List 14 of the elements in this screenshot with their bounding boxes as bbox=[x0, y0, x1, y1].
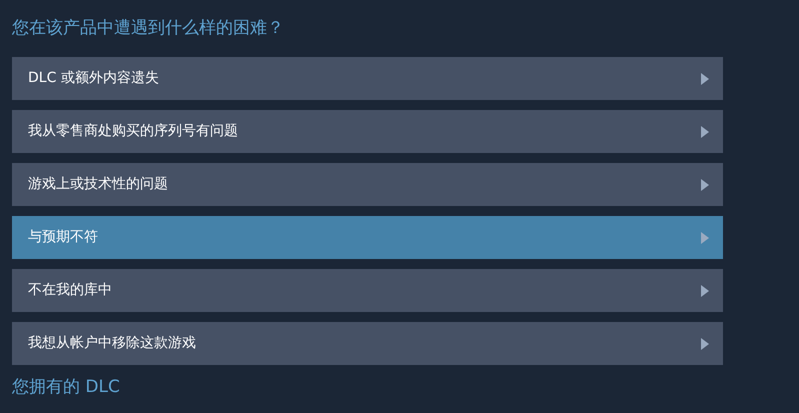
option-row[interactable]: 我想从帐户中移除这款游戏 bbox=[12, 322, 723, 365]
play-arrow-icon bbox=[701, 338, 709, 350]
option-row[interactable]: 不在我的库中 bbox=[12, 269, 723, 312]
play-arrow-icon bbox=[701, 72, 709, 84]
question-heading: 您在该产品中遭遇到什么样的困难？ bbox=[12, 17, 284, 40]
play-arrow-icon bbox=[701, 126, 709, 138]
option-row[interactable]: 我从零售商处购买的序列号有问题 bbox=[12, 110, 723, 153]
play-arrow-icon bbox=[701, 232, 709, 244]
section-heading: 您拥有的 DLC bbox=[12, 376, 120, 399]
option-row[interactable]: 与预期不符 bbox=[12, 216, 723, 259]
play-arrow-icon bbox=[701, 284, 709, 296]
option-row[interactable]: 游戏上或技术性的问题 bbox=[12, 163, 723, 206]
option-row[interactable]: DLC 或额外内容遗失 bbox=[12, 57, 723, 100]
play-arrow-icon bbox=[701, 178, 709, 190]
